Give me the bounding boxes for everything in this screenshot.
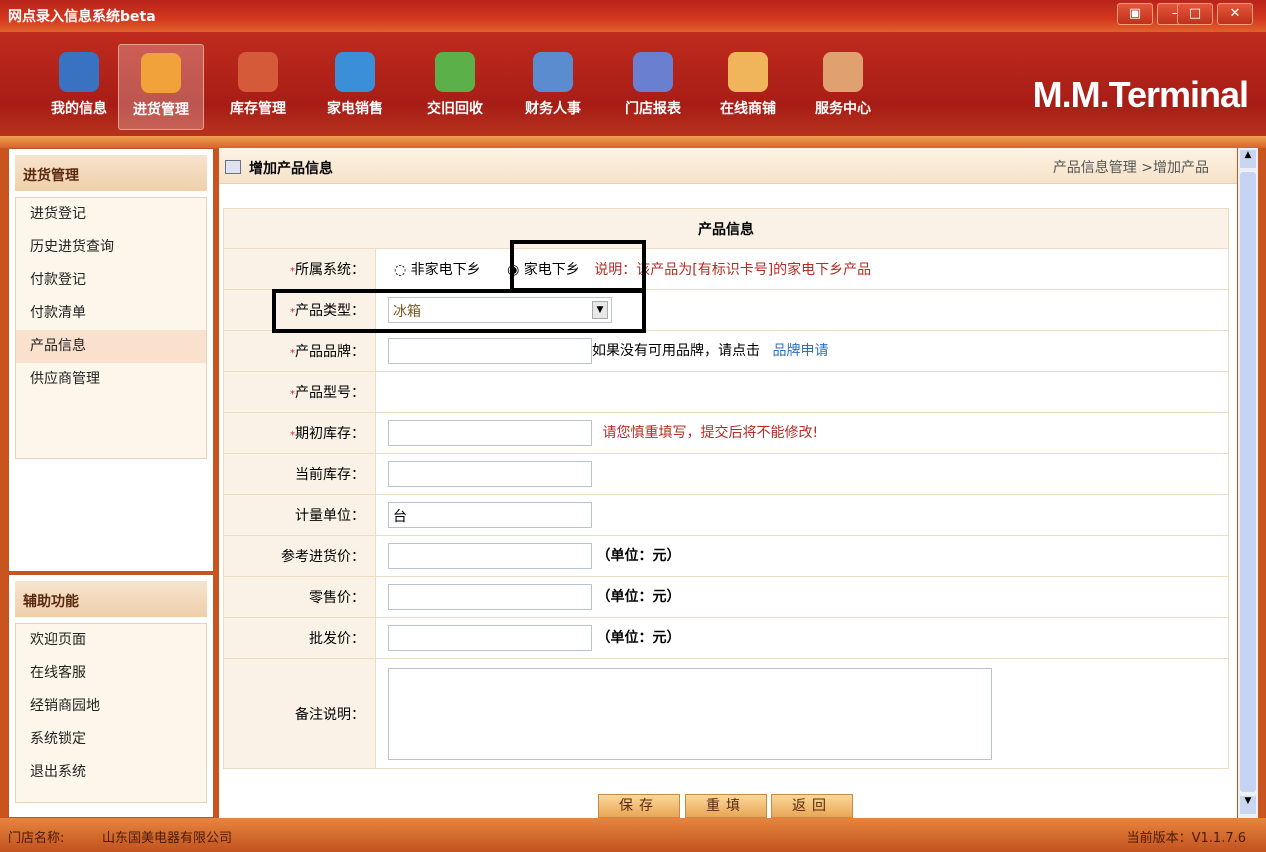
nav-item[interactable]: 财务人事 [510,44,596,130]
sidebar-panel-aux: 辅助功能 欢迎页面 在线客服 经销商园地 系统锁定 退出系统 [8,574,214,818]
main-content: 增加产品信息 产品信息管理 >增加产品 产品信息 *所属系统： ◌ 非家电下乡 … [219,148,1237,818]
current-stock-label: 当前库存： [295,467,365,483]
divider [0,136,1266,148]
brand-label: 产品品牌： [295,344,365,360]
sidebar-item[interactable]: 历史进货查询 [16,231,206,264]
cart-icon [141,53,181,93]
unit-label: 计量单位： [295,508,365,524]
wholesale-price-label: 批发价： [309,631,365,647]
remarks-label: 备注说明： [295,706,365,723]
retail-price-label: 零售价： [309,590,365,606]
sidebar-item[interactable]: 付款登记 [16,264,206,297]
brand-apply-link[interactable]: 品牌申请 [772,343,828,359]
nav-label: 门店报表 [625,101,681,117]
user-icon [59,52,99,92]
panel-title: 进货管理 [15,155,207,191]
sidebar-item[interactable]: 供应商管理 [16,363,206,396]
sidebar-panel-main: 进货管理 进货登记 历史进货查询 付款登记 付款清单 产品信息 供应商管理 [8,148,214,572]
nav-label: 在线商铺 [720,101,776,117]
sidebar-item[interactable]: 产品信息 [16,330,206,363]
recycle-icon [435,52,475,92]
ref-price-label: 参考进货价： [281,549,365,565]
nav-label: 我的信息 [51,101,107,117]
sidebar-item[interactable]: 付款清单 [16,297,206,330]
nav-item[interactable]: 服务中心 [800,44,886,130]
initial-stock-warning: 请您慎重填写，提交后将不能修改! [602,425,819,441]
scroll-thumb[interactable] [1240,172,1256,792]
scroll-down-icon[interactable]: ▼ [1240,796,1256,814]
nav-item[interactable]: 我的信息 [36,44,122,130]
annotation-box [510,240,646,292]
nav-label: 交旧回收 [427,101,483,117]
nav-item[interactable]: 家电销售 [312,44,398,130]
sidebar-item[interactable]: 退出系统 [16,756,206,789]
nav-label: 库存管理 [230,101,286,117]
main-nav: 我的信息 进货管理 库存管理 家电销售 交旧回收 财务人事 门店报表 在线商铺 服务中心 M.M… [0,32,1266,136]
save-button[interactable]: 保存 [598,794,680,818]
remarks-textarea[interactable] [388,667,992,760]
ref-price-unit: （单位：元） [596,548,681,564]
unit-input[interactable]: 台 [388,502,592,528]
house-icon [728,52,768,92]
retail-price-unit: （单位：元） [596,589,681,605]
nav-item[interactable]: 库存管理 [215,44,301,130]
store-label: 门店名称: [8,831,65,846]
maximize-button[interactable]: □ [1177,3,1213,25]
annotation-box [272,289,646,333]
close-button[interactable]: ✕ [1217,3,1253,25]
wholesale-price-input[interactable] [388,625,592,651]
nav-item[interactable]: 在线商铺 [705,44,791,130]
reset-button[interactable]: 重填 [685,794,767,818]
page-title: 增加产品信息 [249,161,333,177]
money-card-icon [533,52,573,92]
retail-price-input[interactable] [388,584,592,610]
ref-price-input[interactable] [388,543,592,569]
menu-button[interactable]: ▣ [1117,3,1153,25]
window-title: 网点录入信息系统beta [8,9,156,25]
sidebar-item[interactable]: 在线客服 [16,657,206,690]
bar-report-icon [633,52,673,92]
brand-hint: 如果没有可用品牌，请点击 [592,343,760,359]
scrollbar[interactable]: ▲ ▼ [1238,148,1258,818]
radio-non-rural[interactable]: ◌ 非家电下乡 [394,262,481,278]
panel-title: 辅助功能 [15,581,207,617]
nav-label: 进货管理 [133,102,189,118]
store-name: 山东国美电器有限公司 [102,831,233,846]
back-button[interactable]: 返回 [771,794,853,818]
brand-input[interactable] [388,338,592,364]
model-label: 产品型号： [295,385,365,401]
sidebar-item[interactable]: 经销商园地 [16,690,206,723]
pie-chart-icon [335,52,375,92]
initial-stock-label: 期初库存： [295,426,365,442]
nav-item[interactable]: 进货管理 [118,44,204,130]
service-agent-icon [823,52,863,92]
form-header: 产品信息 [223,208,1229,249]
status-bar: 门店名称: 山东国美电器有限公司 当前版本：V1.1.7.6 [0,818,1266,852]
breadcrumb[interactable]: 产品信息管理 >增加产品 [1053,157,1209,177]
sidebar-item[interactable]: 进货登记 [16,198,206,231]
system-label: 所属系统： [295,262,365,278]
initial-stock-input[interactable] [388,420,592,446]
sidebar-item[interactable]: 系统锁定 [16,723,206,756]
scroll-up-icon[interactable]: ▲ [1240,150,1256,168]
sidebar-item[interactable]: 欢迎页面 [16,624,206,657]
wholesale-price-unit: （单位：元） [596,630,681,646]
nav-item[interactable]: 门店报表 [610,44,696,130]
current-stock-input[interactable] [388,461,592,487]
logo: M.M.Terminal [1032,74,1249,115]
nav-item[interactable]: 交旧回收 [412,44,498,130]
form-icon [225,160,241,174]
title-bar: 网点录入信息系统beta ▣ – □ ✕ [0,0,1266,32]
nav-label: 家电销售 [327,101,383,117]
nav-label: 财务人事 [525,101,581,117]
content-header: 增加产品信息 产品信息管理 >增加产品 [219,148,1237,184]
nav-label: 服务中心 [815,101,871,117]
version: 当前版本：V1.1.7.6 [1126,831,1246,846]
boxes-icon [238,52,278,92]
